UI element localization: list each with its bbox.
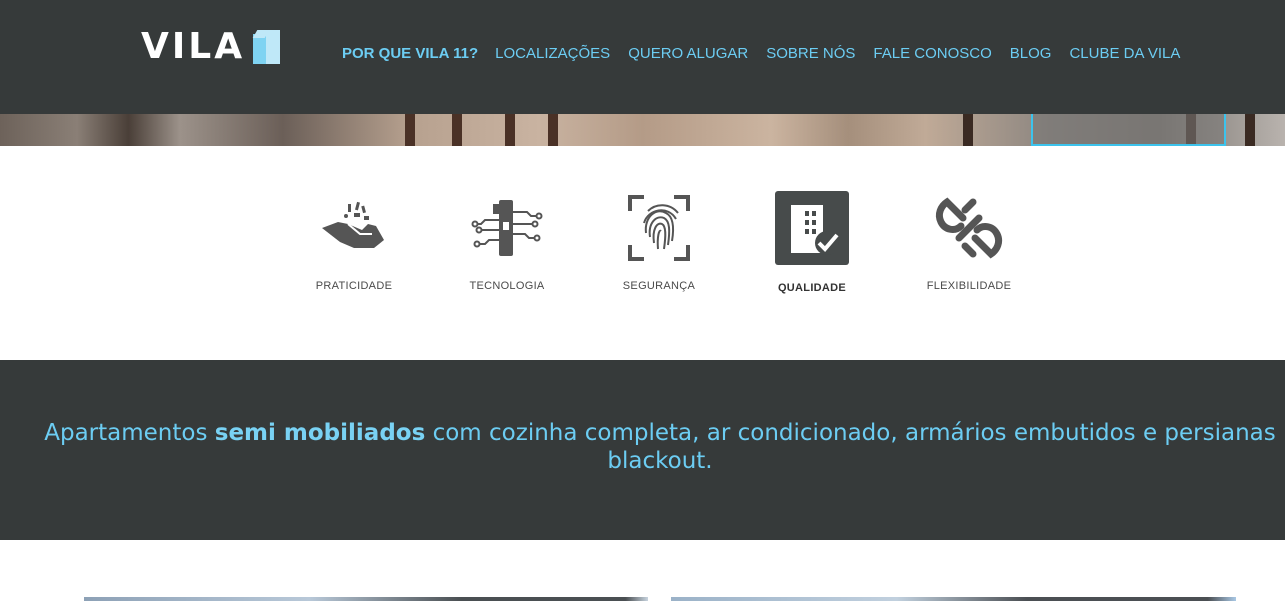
banner-text-before: Apartamentos [44, 420, 215, 446]
apartment-card-image[interactable] [671, 597, 1236, 601]
nav-blog[interactable]: BLOG [1010, 44, 1052, 64]
hand-icon [316, 190, 392, 266]
feature-praticidade[interactable]: PRATICIDADE [294, 190, 414, 292]
banner-text-bold: semi mobiliados [214, 420, 426, 446]
main-nav: POR QUE VILA 11? LOCALIZAÇÕES QUERO ALUG… [342, 44, 1180, 64]
vila11-logo[interactable]: VILA [141, 29, 281, 65]
circuit-icon [469, 190, 545, 266]
feature-label: SEGURANÇA [622, 280, 696, 292]
feature-flexibilidade[interactable]: FLEXIBILIDADE [909, 190, 1029, 292]
nav-fale-conosco[interactable]: FALE CONOSCO [873, 44, 991, 64]
logo-mark-icon [252, 30, 281, 64]
feature-label: QUALIDADE [777, 282, 847, 294]
hero-panel [1031, 114, 1226, 146]
feature-seguranca[interactable]: SEGURANÇA [599, 190, 719, 292]
banner-text-after: com cozinha completa, ar condicionado, a… [425, 420, 1276, 474]
feature-tecnologia[interactable]: TECNOLOGIA [447, 190, 567, 292]
site-header: VILA POR QUE VILA 11? LOCALIZAÇÕES QUERO… [0, 0, 1285, 114]
nav-por-que-vila-11[interactable]: POR QUE VILA 11? [342, 44, 478, 64]
apartment-card-image[interactable] [84, 597, 648, 601]
logo-text: VILA [141, 26, 246, 67]
hero-image [0, 114, 1285, 146]
link-icon [931, 190, 1007, 266]
features-section: PRATICIDADE TECNOLOGIA SEGURANÇA QUALIDA… [0, 146, 1285, 360]
feature-label: FLEXIBILIDADE [926, 280, 1012, 292]
info-banner: Apartamentos semi mobiliados com cozinha… [0, 360, 1285, 540]
banner-text: Apartamentos semi mobiliados com cozinha… [40, 419, 1280, 475]
nav-sobre-nos[interactable]: SOBRE NÓS [766, 44, 855, 64]
feature-label: TECNOLOGIA [469, 280, 545, 292]
fingerprint-icon [621, 190, 697, 266]
nav-quero-alugar[interactable]: QUERO ALUGAR [628, 44, 748, 64]
feature-qualidade[interactable]: QUALIDADE [752, 190, 872, 294]
feature-label: PRATICIDADE [315, 280, 393, 292]
nav-localizacoes[interactable]: LOCALIZAÇÕES [495, 44, 610, 64]
building-check-icon [774, 190, 850, 266]
nav-clube-da-vila[interactable]: CLUBE DA VILA [1069, 44, 1180, 64]
